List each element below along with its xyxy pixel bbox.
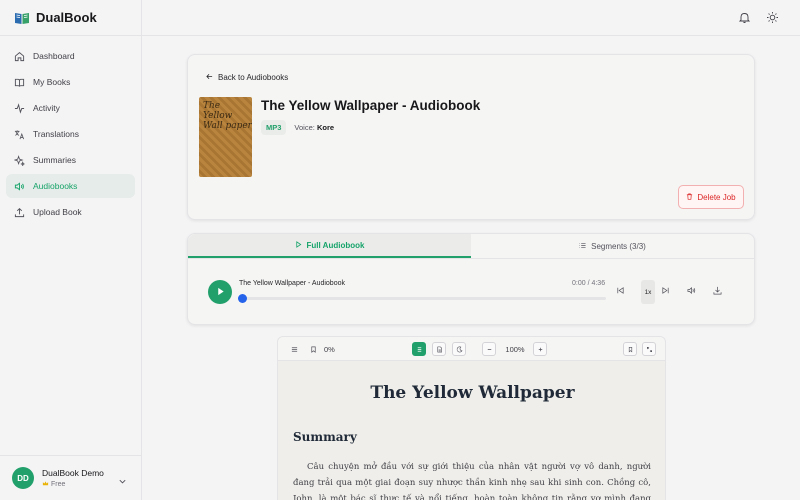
user-name: DualBook Demo xyxy=(42,467,104,478)
page-view-icon[interactable] xyxy=(432,342,446,356)
home-icon xyxy=(14,51,25,62)
audiobook-meta: MP3 Voice: Kore xyxy=(261,120,334,135)
sidebar-item-label: Upload Book xyxy=(33,207,82,217)
brand[interactable]: DualBook xyxy=(0,0,141,36)
progress-bar[interactable] xyxy=(238,294,606,303)
book-cover: The Yellow Wall paper xyxy=(199,97,252,177)
user-plan-label: Free xyxy=(51,480,66,488)
play-icon xyxy=(216,283,225,301)
reader-paragraph: Câu chuyện mở đầu với sự giới thiệu của … xyxy=(293,462,651,500)
activity-icon xyxy=(14,102,25,114)
skip-forward-icon[interactable] xyxy=(661,286,671,296)
sun-icon[interactable] xyxy=(766,11,779,24)
sidebar: DualBook Dashboard My Books Activity Tra… xyxy=(0,0,142,500)
back-link-label: Back to Audiobooks xyxy=(218,73,289,82)
user-plan: Free xyxy=(42,480,104,489)
book-icon xyxy=(14,77,25,88)
sidebar-item-translations[interactable]: Translations xyxy=(6,122,135,146)
voice-name: Kore xyxy=(316,123,335,132)
top-bar xyxy=(142,0,800,36)
play-button[interactable] xyxy=(208,280,232,304)
user-menu[interactable]: DD DualBook Demo Free xyxy=(0,455,141,500)
menu-icon[interactable] xyxy=(288,342,300,356)
sidebar-item-dashboard[interactable]: Dashboard xyxy=(6,44,135,68)
book-logo-icon xyxy=(14,11,30,25)
sidebar-item-summaries[interactable]: Summaries xyxy=(6,148,135,172)
sidebar-item-label: Translations xyxy=(33,129,79,139)
audio-player: Full Audiobook Segments (3/3) The Yellow… xyxy=(187,233,755,325)
bookmark-icon[interactable] xyxy=(307,342,319,356)
delete-job-label: Delete Job xyxy=(697,192,736,202)
crown-icon xyxy=(42,480,49,489)
player-tabs: Full Audiobook Segments (3/3) xyxy=(188,234,754,259)
zoom-level: 100% xyxy=(505,344,525,354)
reader-section-heading: Summary xyxy=(293,430,357,444)
download-icon[interactable] xyxy=(713,286,723,296)
tab-full-audiobook[interactable]: Full Audiobook xyxy=(188,234,471,258)
zoom-in-button[interactable] xyxy=(533,342,547,356)
speaker-icon xyxy=(14,181,25,192)
sparkles-icon xyxy=(14,154,25,166)
voice-info: Voice: Kore xyxy=(294,123,334,132)
format-badge: MP3 xyxy=(261,120,287,135)
page-title: The Yellow Wallpaper - Audiobook xyxy=(261,98,481,113)
sidebar-item-upload-book[interactable]: Upload Book xyxy=(6,200,135,224)
translate-icon xyxy=(14,129,25,140)
skip-back-icon[interactable] xyxy=(616,286,626,296)
tab-label: Full Audiobook xyxy=(306,240,365,250)
upload-icon xyxy=(14,207,25,218)
back-link[interactable]: Back to Audiobooks xyxy=(206,73,288,82)
fullscreen-icon[interactable] xyxy=(642,342,656,356)
playback-speed-button[interactable]: 1x xyxy=(641,280,655,304)
app-name: DualBook xyxy=(36,10,97,25)
sidebar-item-my-books[interactable]: My Books xyxy=(6,70,135,94)
sidebar-item-label: Activity xyxy=(33,103,60,113)
book-cover-title: The Yellow Wall paper xyxy=(203,101,252,131)
sidebar-item-label: Dashboard xyxy=(33,51,75,61)
arrow-left-icon xyxy=(206,73,213,82)
tab-label: Segments (3/3) xyxy=(591,241,646,251)
sidebar-item-activity[interactable]: Activity xyxy=(6,96,135,120)
play-outline-icon xyxy=(295,240,302,250)
reading-progress: 0% xyxy=(324,344,335,354)
trash-icon xyxy=(686,193,693,202)
avatar: DD xyxy=(12,467,34,489)
bookmark-page-button[interactable] xyxy=(623,342,637,356)
sidebar-nav: Dashboard My Books Activity Translations… xyxy=(0,36,141,232)
tab-segments[interactable]: Segments (3/3) xyxy=(471,234,754,258)
audiobook-header: Back to Audiobooks The Yellow Wall paper… xyxy=(187,54,755,220)
delete-job-button[interactable]: Delete Job xyxy=(678,185,744,209)
reader-book-title: The Yellow Wallpaper xyxy=(370,383,575,403)
chevron-down-icon[interactable] xyxy=(118,473,127,484)
track-time: 0:00 / 4:36 xyxy=(572,280,606,287)
list-icon xyxy=(579,242,586,251)
sidebar-item-label: Summaries xyxy=(33,155,76,165)
progress-handle[interactable] xyxy=(238,294,247,303)
bell-icon[interactable] xyxy=(738,11,751,24)
book-reader: 0% 100% The Yellow Wallpaper Summary Câu… xyxy=(277,336,666,500)
sidebar-item-label: Audiobooks xyxy=(33,181,78,191)
reader-toolbar: 0% 100% xyxy=(278,337,665,361)
sidebar-item-audiobooks[interactable]: Audiobooks xyxy=(6,174,135,198)
track-name: The Yellow Wallpaper - Audiobook xyxy=(239,280,345,287)
volume-icon[interactable] xyxy=(687,286,697,296)
voice-label: Voice: xyxy=(294,123,315,132)
moon-icon[interactable] xyxy=(452,342,466,356)
zoom-out-button[interactable] xyxy=(482,342,496,356)
sidebar-item-label: My Books xyxy=(33,77,71,87)
text-view-icon[interactable] xyxy=(412,342,426,356)
